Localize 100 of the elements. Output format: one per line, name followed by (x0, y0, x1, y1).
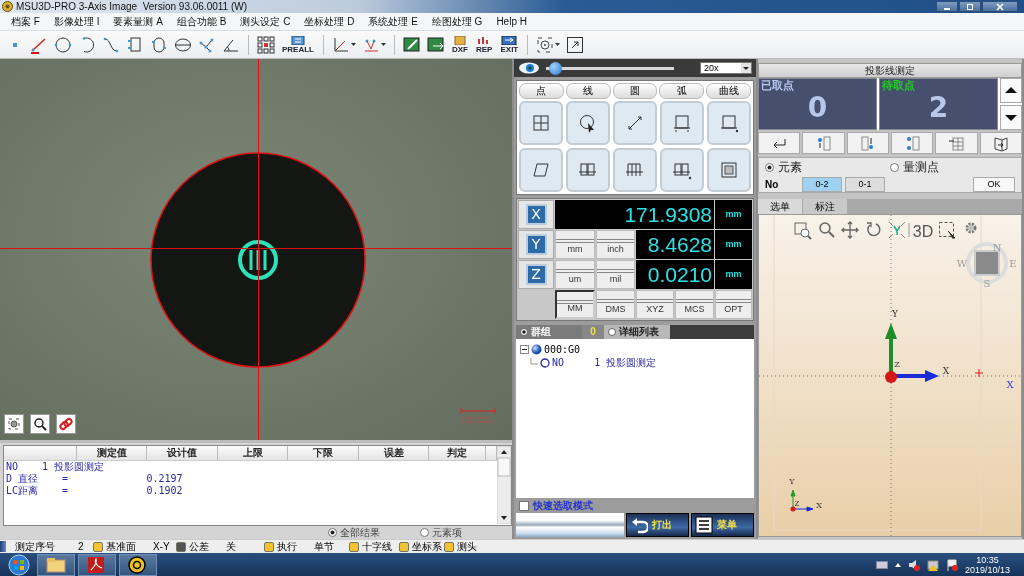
taskbar-button[interactable] (78, 553, 116, 576)
tool-button[interactable] (613, 148, 657, 192)
collapse-toggle[interactable] (520, 344, 529, 354)
radio-button[interactable] (890, 162, 899, 172)
tool-button[interactable] (758, 132, 801, 154)
refresh-button[interactable]: PREALL (281, 35, 315, 54)
move-icon[interactable] (841, 221, 859, 239)
circle-icon[interactable] (54, 35, 72, 54)
image-export-icon[interactable] (427, 35, 445, 54)
radio-label[interactable]: 量测点 (903, 158, 939, 176)
network-icon[interactable] (926, 558, 939, 571)
scrollbar[interactable] (497, 446, 511, 524)
image-edit-icon[interactable] (403, 35, 421, 54)
up-arrow-button[interactable] (1000, 78, 1022, 103)
feature-tab[interactable]: 圆 (612, 83, 658, 99)
ellipse-icon[interactable] (174, 35, 192, 54)
radio-button[interactable] (765, 162, 774, 172)
axis-button[interactable]: Z (518, 260, 554, 289)
tool-button[interactable] (566, 101, 610, 145)
axis-button[interactable]: X (518, 200, 554, 229)
axis-icon[interactable] (332, 35, 350, 54)
feature-tab[interactable]: 弧 (659, 83, 705, 99)
tool-button[interactable] (707, 101, 751, 145)
down-arrow-button[interactable] (1000, 105, 1022, 130)
checkbox[interactable] (519, 500, 529, 511)
magnification-dropdown[interactable]: 20x (700, 62, 752, 74)
unit-button[interactable]: um (555, 260, 595, 289)
keyboard-icon[interactable] (875, 560, 888, 569)
tool-button[interactable] (802, 132, 845, 154)
focus-button[interactable] (4, 414, 24, 434)
link-button[interactable] (56, 414, 76, 434)
ok-button[interactable]: OK (973, 176, 1015, 192)
settings-icon[interactable] (965, 222, 977, 234)
eye-icon[interactable] (518, 62, 540, 74)
unit-button[interactable]: mil (596, 260, 635, 289)
zoom-icon[interactable] (819, 222, 835, 238)
menu-item[interactable]: 绘图处理 G (424, 14, 490, 29)
slider-thumb[interactable] (549, 61, 563, 75)
caret-icon[interactable] (894, 562, 901, 567)
radio-button[interactable] (328, 528, 337, 537)
mode-button[interactable]: XYZ (636, 290, 674, 319)
mode-button[interactable]: MCS (675, 290, 714, 319)
tool-button[interactable] (660, 148, 704, 192)
feature-tab[interactable]: 点 (519, 83, 564, 99)
zoom-button[interactable] (30, 414, 50, 434)
box-select-icon[interactable] (939, 222, 956, 239)
expand-icon[interactable] (566, 35, 585, 54)
feature-tab[interactable]: 线 (565, 83, 611, 99)
menu-item[interactable]: 影像处理 I (46, 14, 107, 29)
minimize-button[interactable] (936, 1, 958, 12)
radio-label[interactable]: 全部结果 (340, 525, 380, 540)
tool-button[interactable] (519, 148, 563, 192)
slot-icon[interactable] (150, 35, 168, 54)
unit-button[interactable]: inch (596, 230, 635, 259)
number-option[interactable]: 0-2 (802, 176, 842, 192)
fit-view-icon[interactable] (888, 221, 906, 239)
menu-item[interactable]: 系统处理 E (361, 14, 425, 29)
axis-button[interactable]: Y (518, 230, 554, 259)
caret-icon[interactable] (351, 43, 356, 46)
exit-button[interactable]: EXIT (499, 35, 520, 54)
group-tab[interactable]: 群组 (516, 325, 582, 339)
target-icon[interactable] (536, 35, 555, 54)
zoom-slider[interactable] (546, 61, 674, 75)
tree-label[interactable]: 000:G0 (544, 343, 581, 355)
mode-button[interactable]: OPT (715, 290, 752, 319)
menu-item[interactable]: 坐标处理 D (297, 14, 362, 29)
mode-button[interactable]: DMS (596, 290, 635, 319)
curve-icon[interactable] (102, 35, 120, 54)
radio-button[interactable] (420, 528, 429, 537)
rectangle-icon[interactable] (126, 35, 144, 54)
tree-label[interactable]: NO 1 投影圆测定 (552, 356, 657, 370)
tool-button[interactable] (707, 148, 751, 192)
radio-label[interactable]: 元素 (778, 158, 802, 176)
group-tab[interactable]: 详细列表 (604, 325, 670, 339)
line-icon[interactable] (30, 35, 48, 54)
tool-button[interactable] (846, 132, 889, 154)
grid-icon[interactable] (257, 35, 275, 54)
rotate-icon[interactable] (866, 222, 881, 237)
panel-button[interactable]: 打出 (626, 513, 689, 537)
menu-item[interactable]: 组合功能 B (169, 14, 234, 29)
menu-item[interactable]: Help H (489, 16, 534, 27)
zoom-window-icon[interactable] (794, 222, 812, 240)
tool-button[interactable] (519, 101, 563, 145)
taskbar-button[interactable] (119, 553, 157, 576)
menu-item[interactable]: 要素量测 A (106, 14, 170, 29)
tab[interactable]: 标注 (803, 199, 847, 214)
tool-button[interactable] (566, 148, 610, 192)
chart-button[interactable]: REP (475, 35, 494, 54)
close-button[interactable] (982, 1, 1018, 12)
radio-label[interactable]: 元素项 (432, 525, 462, 540)
number-option[interactable]: 0-1 (845, 176, 885, 192)
panel-button[interactable]: 菜单 (691, 513, 754, 537)
flag-icon[interactable] (945, 558, 958, 571)
document-button[interactable]: DXF (451, 35, 469, 54)
speaker-muted-icon[interactable] (907, 558, 920, 571)
mode-button[interactable]: MM (555, 290, 595, 319)
tab[interactable]: 选单 (758, 199, 802, 214)
tool-button[interactable] (891, 132, 934, 154)
feature-tab[interactable]: 曲线 (706, 83, 751, 99)
caret-icon[interactable] (381, 43, 386, 46)
